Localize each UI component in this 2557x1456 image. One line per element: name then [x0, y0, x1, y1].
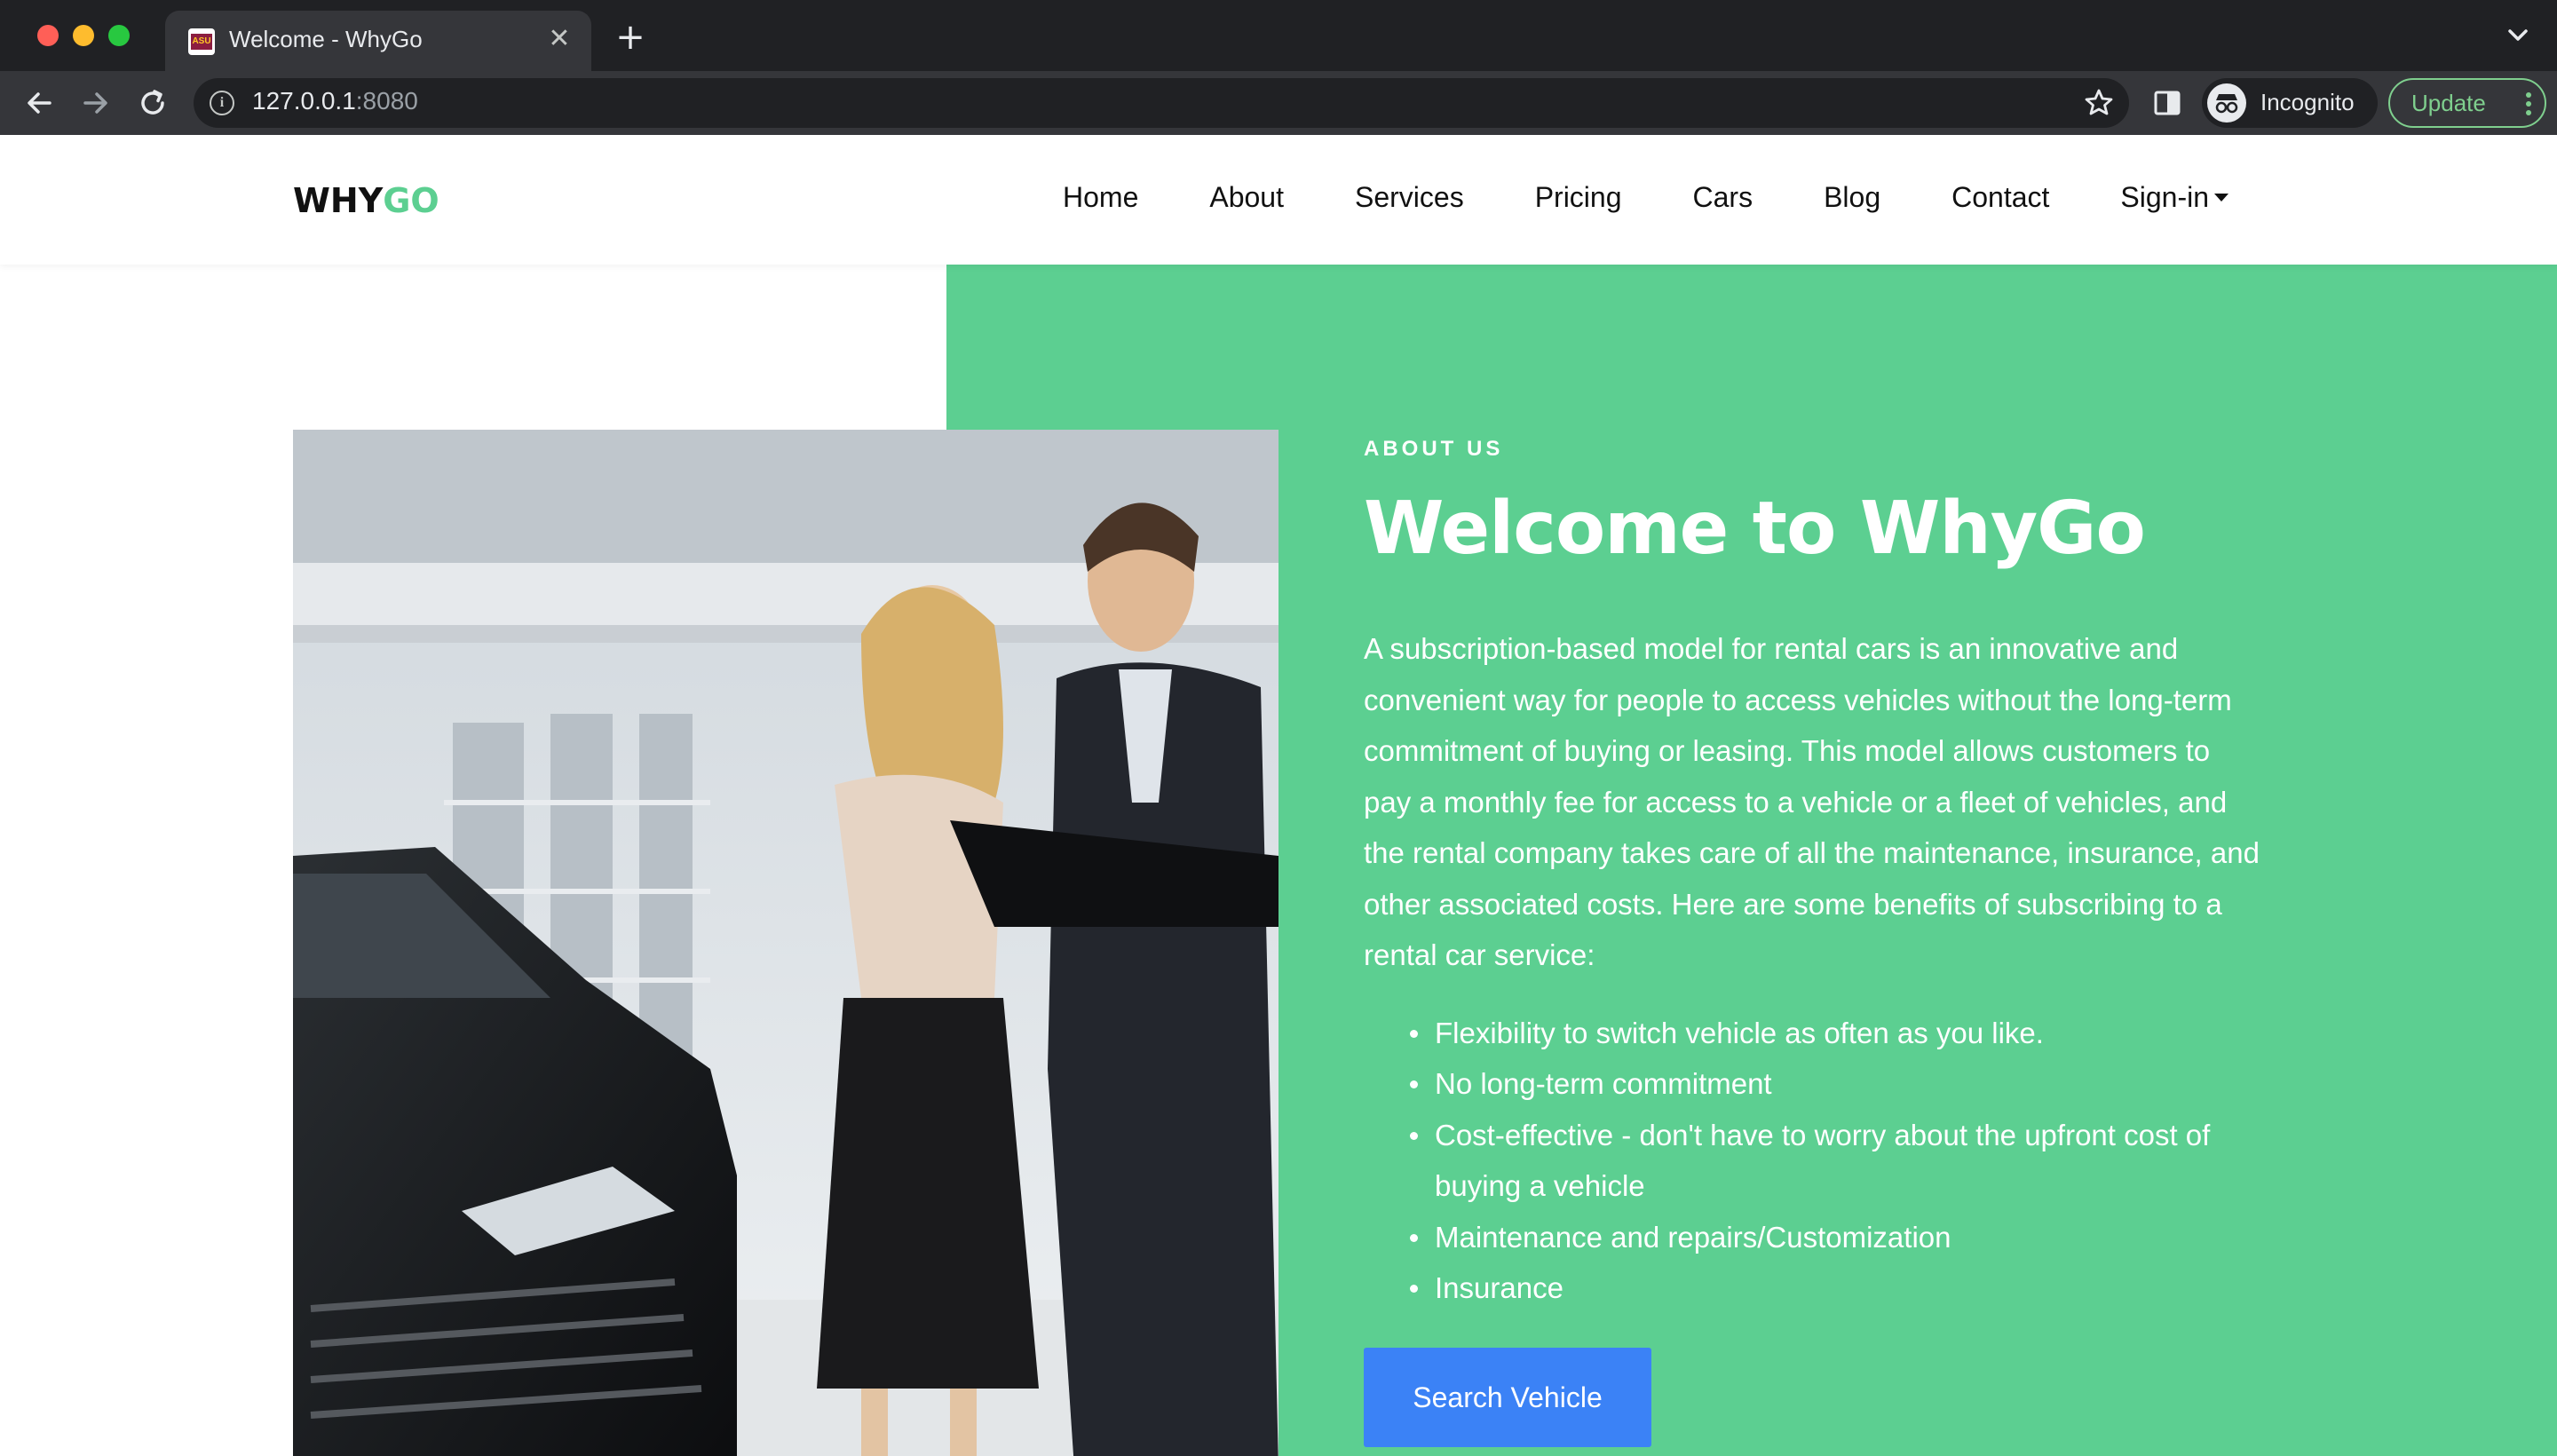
- more-menu-icon[interactable]: [2525, 91, 2532, 117]
- browser-tab-active[interactable]: ASU Welcome - WhyGo ✕: [165, 11, 591, 71]
- url-text[interactable]: 127.0.0.1:8080: [252, 87, 418, 115]
- benefit-item: Maintenance and repairs/Customization: [1410, 1212, 2269, 1263]
- site-logo[interactable]: WHYGO: [293, 181, 439, 220]
- nav-signin-dropdown[interactable]: Sign-in: [2120, 181, 2228, 214]
- nav-contact-link[interactable]: Contact: [1951, 181, 2049, 214]
- url-host: 127.0.0.1: [252, 87, 356, 115]
- nav-blog-link[interactable]: Blog: [1824, 181, 1880, 214]
- window-close-button[interactable]: [37, 25, 59, 46]
- benefit-item: Insurance: [1410, 1262, 2269, 1314]
- logo-part-go: GO: [383, 181, 439, 220]
- nav-home-link[interactable]: Home: [1063, 181, 1138, 214]
- tab-strip: ASU Welcome - WhyGo ✕ +: [0, 0, 2557, 71]
- nav-pricing-link[interactable]: Pricing: [1535, 181, 1622, 214]
- reload-icon[interactable]: [133, 83, 172, 123]
- benefit-item: No long-term commitment: [1410, 1058, 2269, 1110]
- about-photo-car-dealership: [293, 430, 1278, 1456]
- about-section: ABOUT US Welcome to WhyGo A subscription…: [1364, 437, 2269, 1314]
- main-menu: Home About Services Pricing Cars Blog Co…: [992, 181, 2228, 214]
- new-tab-icon[interactable]: +: [613, 20, 648, 55]
- url-port: :8080: [355, 87, 418, 115]
- bookmark-star-icon[interactable]: [2081, 85, 2117, 121]
- window-zoom-button[interactable]: [108, 25, 130, 46]
- back-arrow-icon[interactable]: [20, 83, 59, 123]
- benefits-list: Flexibility to switch vehicle as often a…: [1410, 1008, 2269, 1314]
- site-info-icon[interactable]: i: [210, 91, 234, 115]
- browser-chrome: ASU Welcome - WhyGo ✕ + i 127.0.0.1:8080: [0, 0, 2557, 135]
- about-eyebrow: ABOUT US: [1364, 437, 1504, 461]
- logo-part-why: WHY: [293, 181, 384, 220]
- favicon-text: ASU: [191, 34, 212, 50]
- forward-arrow-icon[interactable]: [76, 83, 115, 123]
- about-paragraph: A subscription-based model for rental ca…: [1364, 632, 2260, 971]
- nav-about-link[interactable]: About: [1209, 181, 1284, 214]
- side-panel-icon[interactable]: [2154, 91, 2181, 115]
- favicon-icon: ASU: [188, 28, 215, 55]
- window-minimize-button[interactable]: [73, 25, 94, 46]
- update-button[interactable]: Update: [2388, 78, 2546, 128]
- caret-down-icon: [2214, 194, 2228, 202]
- incognito-label: Incognito: [2260, 89, 2355, 115]
- nav-signin-label: Sign-in: [2120, 181, 2209, 213]
- nav-services-link[interactable]: Services: [1355, 181, 1464, 214]
- about-heading: Welcome to WhyGo: [1364, 487, 2146, 571]
- browser-toolbar: i 127.0.0.1:8080 Incognito Update: [0, 71, 2557, 135]
- site-navbar: WHYGO Home About Services Pricing Cars B…: [0, 135, 2557, 265]
- tab-search-chevron-icon[interactable]: [2502, 20, 2534, 51]
- incognito-profile-button[interactable]: Incognito: [2202, 78, 2378, 128]
- nav-cars-link[interactable]: Cars: [1693, 181, 1753, 214]
- incognito-icon: [2207, 83, 2246, 123]
- update-label: Update: [2411, 90, 2486, 116]
- tab-title: Welcome - WhyGo: [229, 26, 423, 52]
- benefit-item: Flexibility to switch vehicle as often a…: [1410, 1008, 2269, 1059]
- benefit-item: Cost-effective - don't have to worry abo…: [1410, 1110, 2269, 1212]
- search-vehicle-button[interactable]: Search Vehicle: [1364, 1348, 1651, 1447]
- address-bar[interactable]: i 127.0.0.1:8080: [194, 78, 2129, 128]
- web-page: WHYGO Home About Services Pricing Cars B…: [0, 135, 2557, 1456]
- tab-close-icon[interactable]: ✕: [543, 23, 575, 55]
